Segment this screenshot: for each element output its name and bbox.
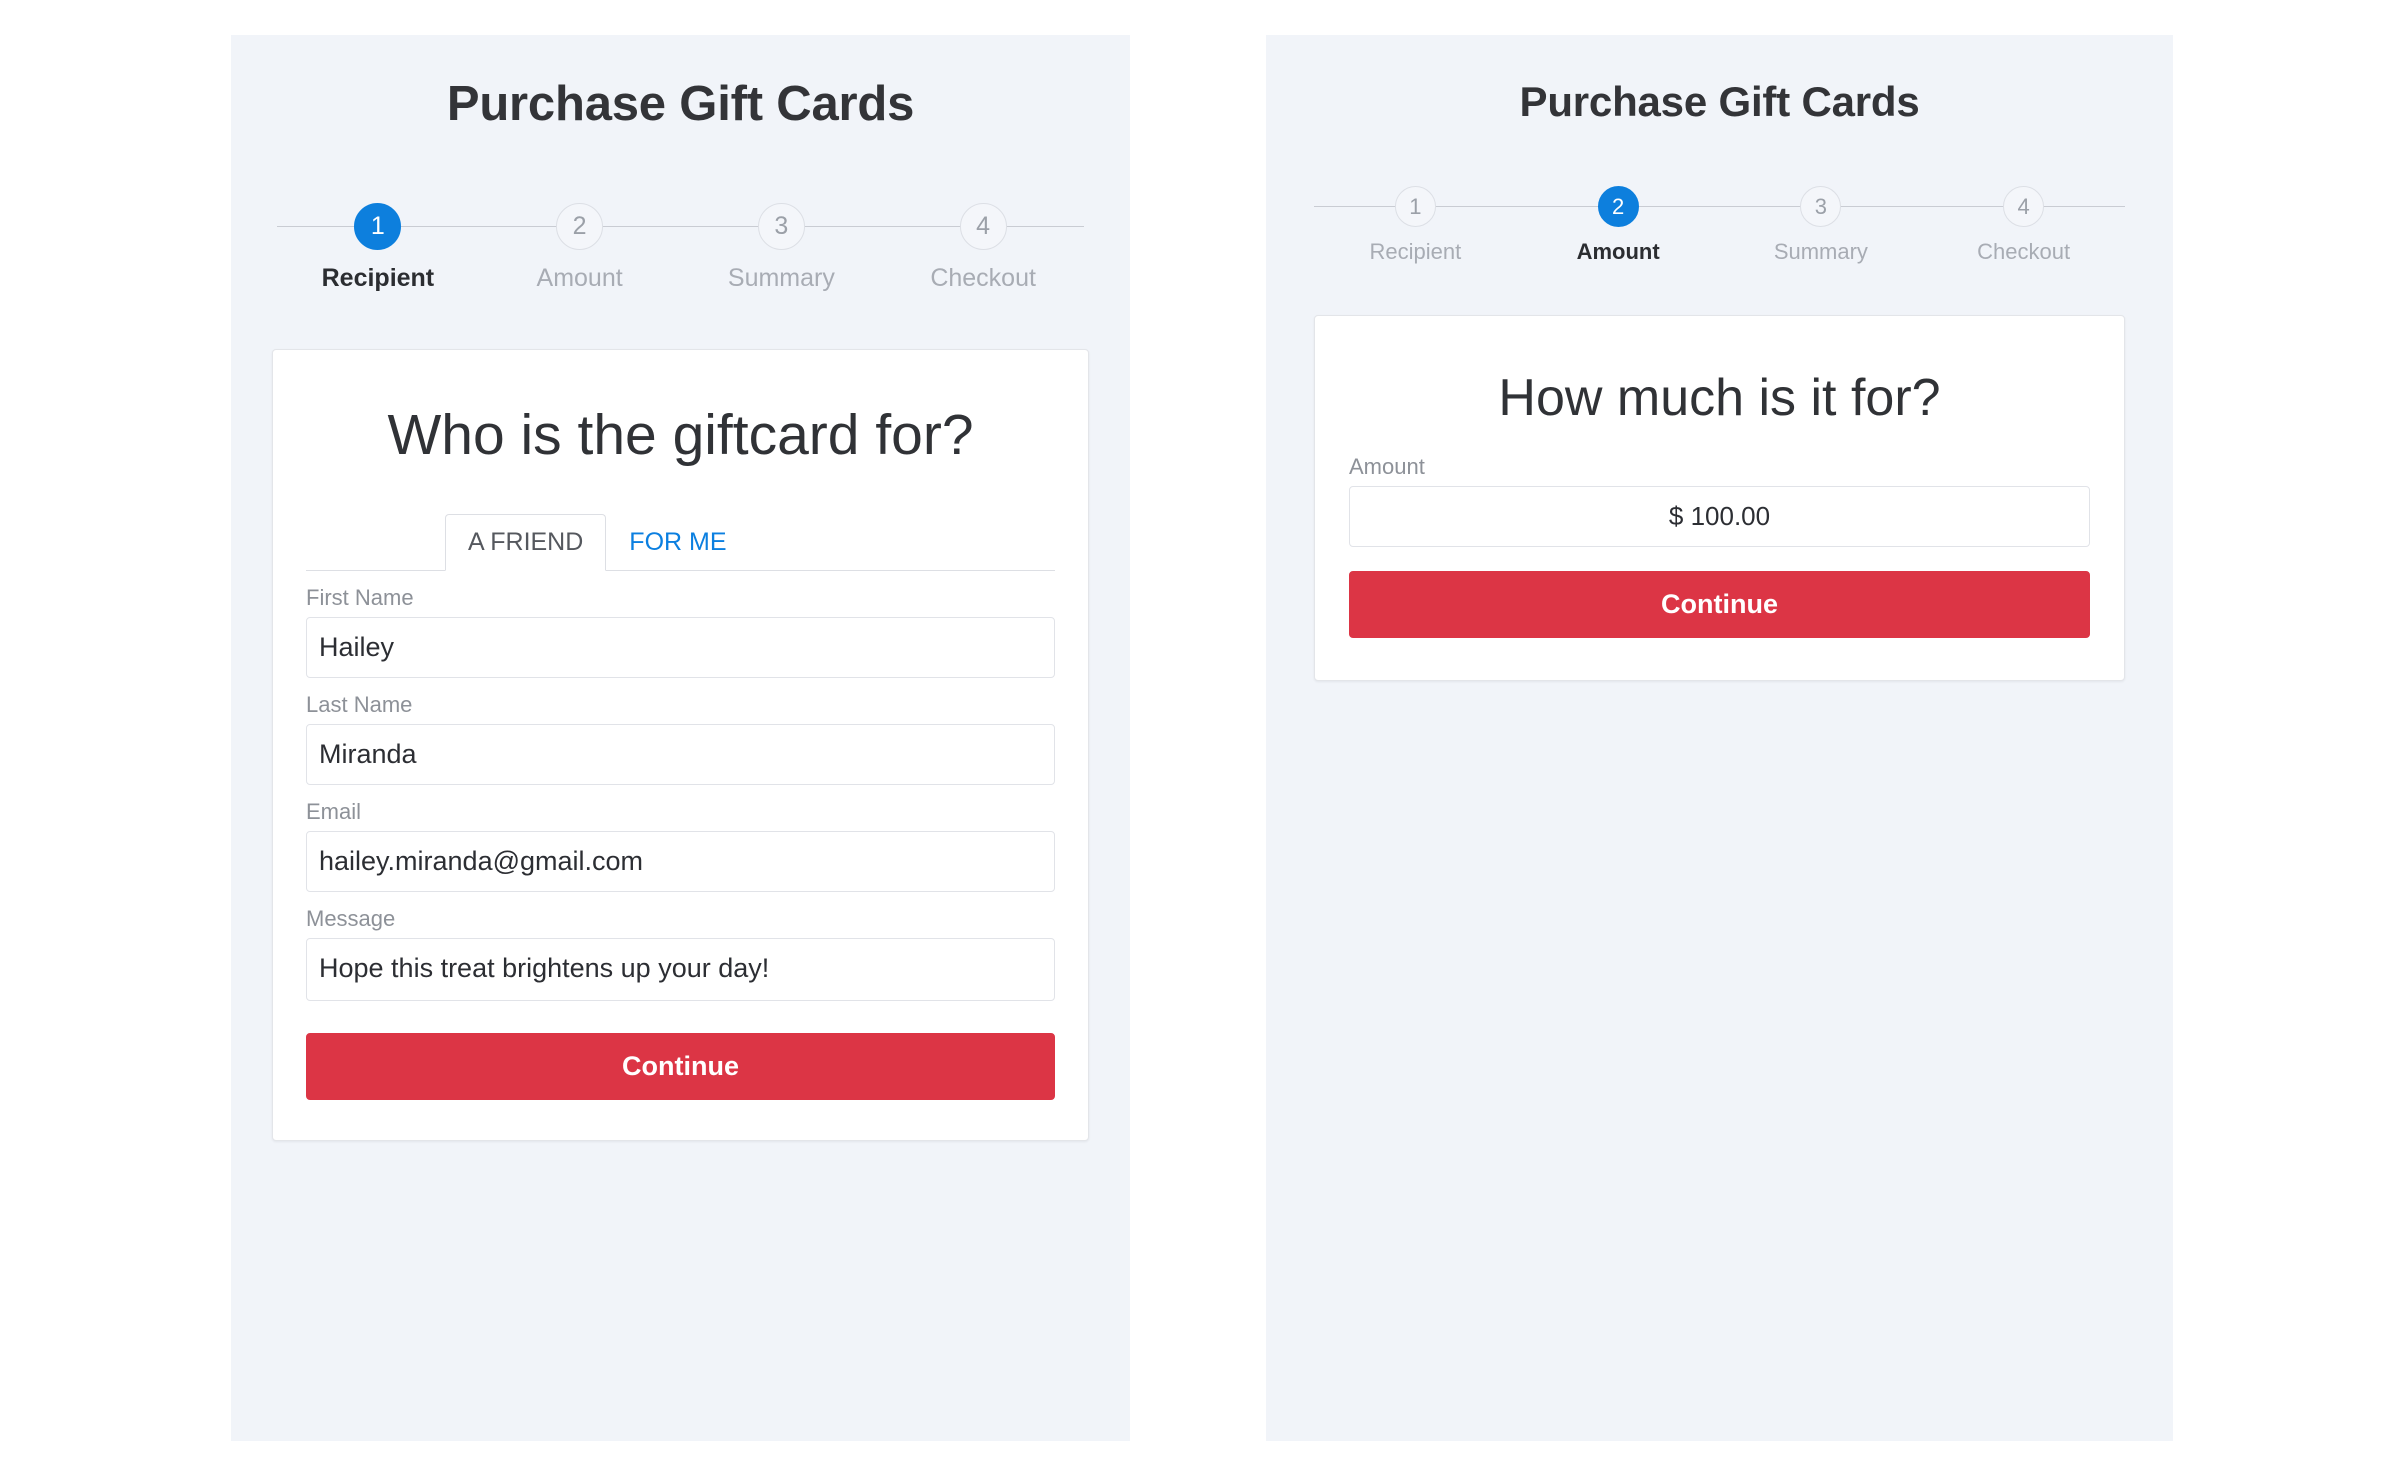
email-input[interactable] <box>306 830 1055 892</box>
gift-card-wizard-step-recipient: Purchase Gift Cards 1 Recipient 2 Amount… <box>231 35 1130 1441</box>
stepper-step-amount[interactable]: 2 Amount <box>479 203 681 293</box>
stepper-step-checkout[interactable]: 4 Checkout <box>882 203 1084 293</box>
card-heading: Who is the giftcard for? <box>387 403 974 467</box>
message-field-group: Message <box>306 906 1055 1001</box>
tab-for-me[interactable]: FOR ME <box>606 514 749 571</box>
step-label: Recipient <box>1369 239 1462 264</box>
progress-stepper: 1 Recipient 2 Amount 3 Summary 4 Checkou… <box>1314 186 2125 265</box>
step-label: Recipient <box>321 264 435 292</box>
first-name-label: First Name <box>306 584 414 610</box>
step-label: Amount <box>1576 239 1660 264</box>
step-number-badge: 1 <box>354 203 402 250</box>
continue-button[interactable]: Continue <box>1349 571 2090 638</box>
page-title: Purchase Gift Cards <box>1519 78 1920 125</box>
amount-form-card: How much is it for? Amount Continue <box>1314 315 2125 681</box>
step-label: Checkout <box>1977 239 2071 264</box>
step-number-badge: 4 <box>959 203 1007 250</box>
stepper-step-recipient[interactable]: 1 Recipient <box>277 203 479 293</box>
step-number-badge: 2 <box>1597 186 1639 227</box>
last-name-label: Last Name <box>306 691 413 717</box>
step-number-badge: 3 <box>757 203 805 250</box>
tab-a-friend[interactable]: A FRIEND <box>445 514 607 571</box>
continue-button[interactable]: Continue <box>306 1032 1055 1100</box>
step-number-badge: 4 <box>2003 186 2045 227</box>
last-name-input[interactable] <box>306 723 1055 785</box>
email-field-group: Email <box>306 799 1055 892</box>
card-heading: How much is it for? <box>1498 369 1941 427</box>
recipient-type-tabs: A FRIEND FOR ME <box>306 514 1055 571</box>
step-label: Summary <box>727 264 835 292</box>
email-label: Email <box>306 798 362 824</box>
stepper-step-summary[interactable]: 3 Summary <box>681 203 883 293</box>
step-label: Summary <box>1773 239 1868 264</box>
step-number-badge: 3 <box>1800 186 1842 227</box>
step-label: Amount <box>536 264 623 292</box>
message-input[interactable] <box>306 937 1055 1001</box>
last-name-field-group: Last Name <box>306 692 1055 785</box>
gift-card-wizard-step-amount: Purchase Gift Cards 1 Recipient 2 Amount… <box>1266 35 2173 1441</box>
step-number-badge: 2 <box>556 203 604 250</box>
first-name-field-group: First Name <box>306 585 1055 678</box>
amount-field-group: Amount <box>1349 454 2090 547</box>
first-name-input[interactable] <box>306 616 1055 678</box>
recipient-form-card: Who is the giftcard for? A FRIEND FOR ME… <box>272 349 1089 1141</box>
stepper-step-summary[interactable]: 3 Summary <box>1720 186 1923 265</box>
step-number-badge: 1 <box>1394 186 1436 227</box>
amount-input[interactable] <box>1349 486 2090 547</box>
amount-label: Amount <box>1349 454 1425 479</box>
stepper-step-recipient[interactable]: 1 Recipient <box>1314 186 1517 265</box>
stepper-step-checkout[interactable]: 4 Checkout <box>1922 186 2125 265</box>
stepper-step-amount[interactable]: 2 Amount <box>1517 186 1720 265</box>
step-label: Checkout <box>930 264 1036 292</box>
page-title: Purchase Gift Cards <box>446 77 915 131</box>
message-label: Message <box>306 905 396 931</box>
progress-stepper: 1 Recipient 2 Amount 3 Summary 4 Checkou… <box>277 203 1084 293</box>
